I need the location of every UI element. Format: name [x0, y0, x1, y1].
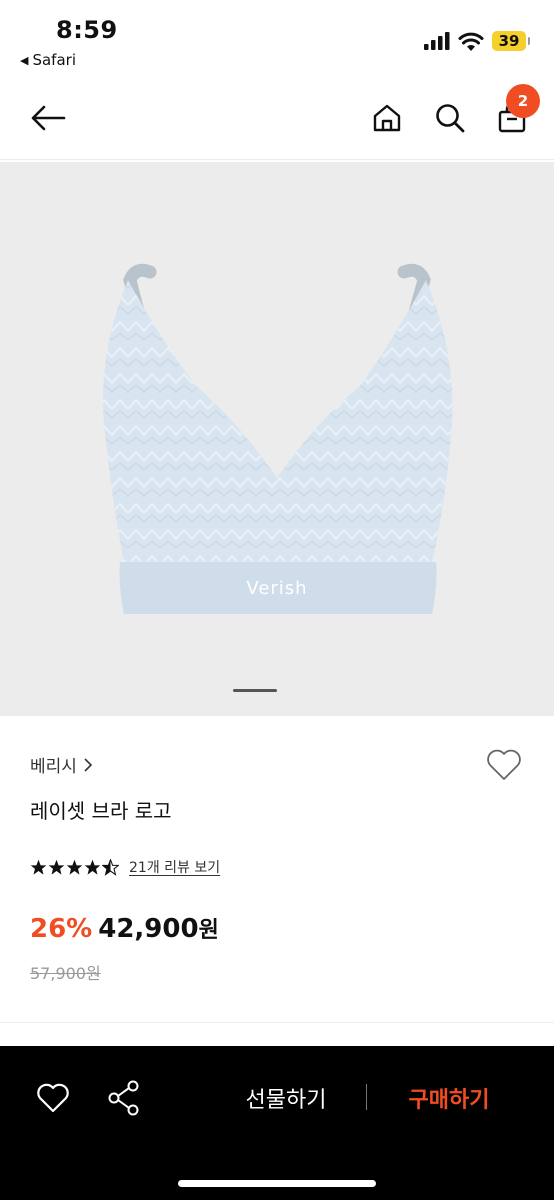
original-price: 57,900원	[30, 964, 101, 983]
brand-link[interactable]: 베리시	[30, 752, 93, 777]
star-half-icon	[102, 858, 119, 876]
home-icon	[373, 104, 401, 132]
buy-button[interactable]: 구매하기	[390, 1082, 508, 1114]
share-icon	[108, 1080, 139, 1116]
sale-price: 42,900	[98, 914, 199, 944]
rating-row: 21개 리뷰 보기	[30, 857, 220, 877]
star-icon	[30, 859, 47, 875]
back-app-label: Safari	[32, 51, 76, 69]
heart-outline-icon	[487, 749, 521, 780]
wishlist-button[interactable]	[484, 745, 524, 785]
image-page-indicator	[233, 689, 277, 692]
status-indicators: 39	[424, 31, 530, 51]
star-rating	[30, 858, 119, 876]
wishlist-bottom-button[interactable]	[31, 1076, 75, 1120]
home-button[interactable]	[365, 96, 409, 140]
signal-icon	[424, 32, 450, 50]
bra-logo-text: Verish	[246, 578, 307, 599]
search-button[interactable]	[428, 96, 472, 140]
discount-rate: 26%	[30, 914, 93, 944]
chevron-right-icon	[84, 757, 93, 772]
battery-indicator: 39	[492, 31, 530, 51]
cart-count-badge: 2	[506, 84, 540, 118]
top-nav: 2	[0, 82, 554, 160]
status-time: 8:59	[56, 16, 118, 44]
product-image[interactable]: Verish	[0, 162, 554, 716]
brand-name: 베리시	[30, 757, 77, 777]
star-icon	[48, 859, 65, 875]
bra-illustration: Verish	[103, 263, 453, 614]
bottom-bar-separator	[366, 1084, 367, 1110]
price-row: 26% 42,900원	[30, 912, 219, 944]
search-icon	[436, 104, 465, 133]
star-icon	[84, 859, 101, 875]
heart-icon	[37, 1083, 69, 1113]
status-bar: 8:59 ◀ Safari 39	[0, 0, 554, 78]
product-title: 레이셋 브라 로고	[30, 799, 172, 823]
back-to-app[interactable]: ◀ Safari	[20, 51, 76, 69]
bottom-action-bar: 선물하기 구매하기	[0, 1046, 554, 1200]
back-button[interactable]	[26, 96, 70, 140]
gift-button[interactable]: 선물하기	[226, 1082, 346, 1114]
home-indicator	[178, 1180, 376, 1187]
review-link[interactable]: 21개 리뷰 보기	[129, 857, 220, 877]
price-unit: 원	[198, 918, 219, 943]
wifi-icon	[458, 32, 484, 51]
cart-button[interactable]: 2	[490, 84, 540, 140]
back-triangle-icon: ◀	[20, 53, 29, 67]
share-button[interactable]	[102, 1076, 146, 1120]
section-divider	[0, 1022, 554, 1023]
arrow-left-icon	[31, 105, 66, 131]
star-icon	[66, 859, 83, 875]
